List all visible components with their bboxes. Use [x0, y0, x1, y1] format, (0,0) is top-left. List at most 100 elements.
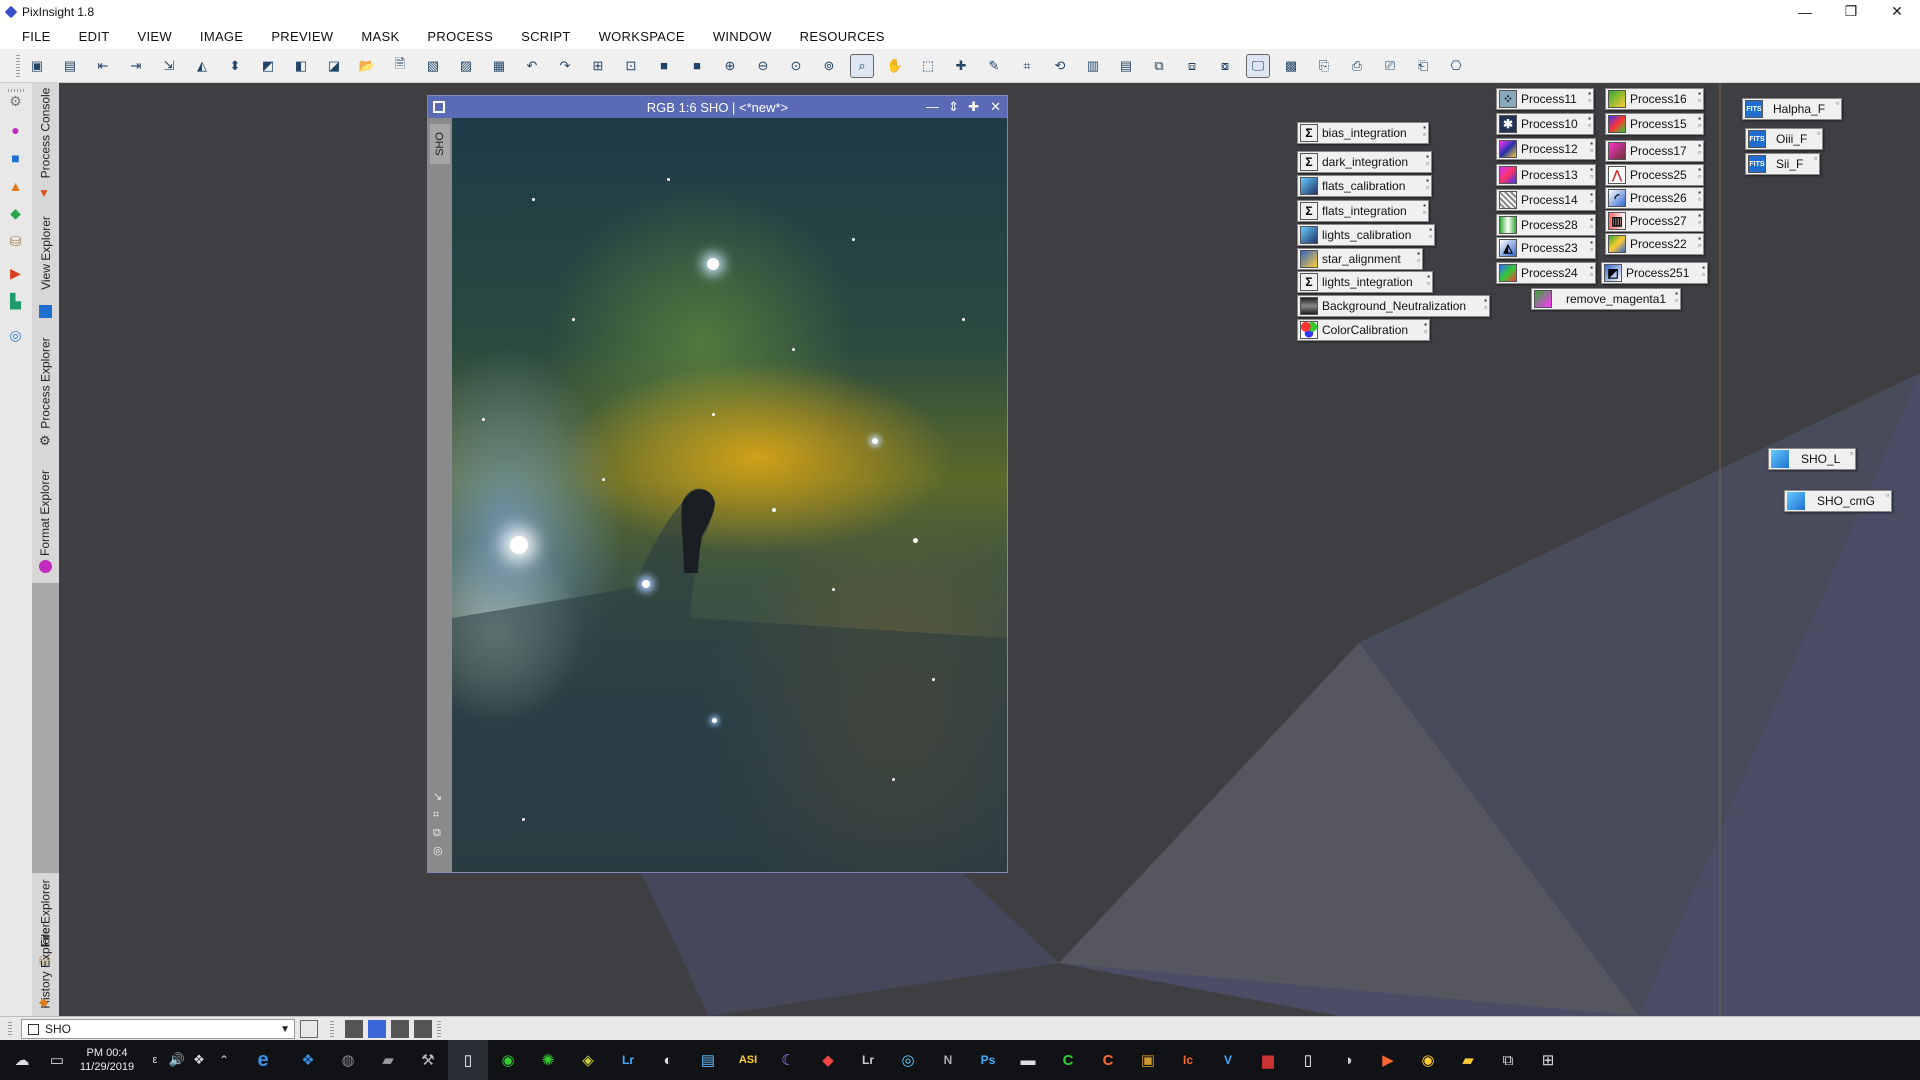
menu-window[interactable]: WINDOW — [713, 29, 772, 44]
menu-edit[interactable]: EDIT — [79, 29, 110, 44]
nebula-image[interactable] — [452, 118, 1007, 872]
document-icon[interactable]: ▙ — [7, 293, 24, 310]
asi-icon[interactable]: ASI — [728, 1040, 768, 1080]
app-icon-4[interactable]: ◉ — [488, 1040, 528, 1080]
process-icon-process27[interactable]: ▥ Process27 ▪ ▫ — [1605, 210, 1704, 232]
workspace-5-icon[interactable]: ⎚ — [1379, 55, 1401, 77]
workspace-1-icon[interactable]: 🖵 — [1246, 53, 1270, 78]
pan-icon[interactable]: ✋ — [884, 55, 906, 77]
rotate-icon[interactable]: ⟲ — [1049, 55, 1071, 77]
process-icon-process25[interactable]: ⋀ Process25 ▪ ▫ — [1605, 164, 1704, 186]
mirror-vertical-icon[interactable]: ⬍ — [224, 55, 246, 77]
menu-workspace[interactable]: WORKSPACE — [599, 29, 685, 44]
process-icon-remove-magenta1[interactable]: remove_magenta1 ▪ ▫ — [1531, 288, 1681, 310]
tab-process-explorer[interactable]: Process Explorer — [32, 323, 59, 443]
lightroom-classic-icon[interactable]: Lr — [848, 1040, 888, 1080]
dock-grip[interactable] — [8, 89, 26, 92]
iconize-icon[interactable]: ⧇ — [1214, 55, 1236, 77]
app-icon-20[interactable]: ◑ — [1328, 1040, 1368, 1080]
chrome-icon[interactable]: ◉ — [1408, 1040, 1448, 1080]
database-icon[interactable]: ⛁ — [7, 233, 24, 250]
tile-icon[interactable]: ⧉ — [1148, 55, 1170, 77]
play-icon[interactable]: ▶ — [1368, 1040, 1408, 1080]
target-icon[interactable]: ◎ — [7, 327, 24, 344]
display-lum-icon[interactable]: ■ — [686, 55, 708, 77]
app-icon-9[interactable]: ☾ — [768, 1040, 808, 1080]
gear-icon[interactable]: ⚙ — [7, 93, 24, 110]
save-file-icon[interactable]: 🗎 — [389, 55, 411, 77]
channels-icon[interactable]: ▦ — [488, 55, 510, 77]
app-icon-14[interactable]: C — [1048, 1040, 1088, 1080]
app-icon-11[interactable]: ◎ — [888, 1040, 928, 1080]
process-icon-process13[interactable]: Process13 ▪ ▫ — [1496, 164, 1596, 186]
redo-icon[interactable]: ↷ — [554, 55, 576, 77]
cube-icon[interactable]: ◆ — [7, 205, 24, 222]
taskbar-clock[interactable]: PM 00:4 11/29/2019 — [70, 1046, 144, 1074]
process-icon-process16[interactable]: Process16 ▪ ▫ — [1605, 88, 1704, 110]
image-window-menu-icon[interactable] — [433, 101, 445, 113]
history-icon[interactable]: ⇲ — [158, 55, 180, 77]
app-icon-3[interactable]: ⚒ — [408, 1040, 448, 1080]
app-icon-1[interactable]: ◍ — [328, 1040, 368, 1080]
process-icon-dark-integration[interactable]: Σdark_integration ▪ ▫ — [1297, 151, 1432, 173]
process-icon-process12[interactable]: Process12 ▪ ▫ — [1496, 138, 1596, 160]
tab-process-console[interactable]: Process Console — [32, 83, 59, 183]
app-icon-6[interactable]: ◈ — [568, 1040, 608, 1080]
cone-icon[interactable]: ▲ — [7, 177, 24, 194]
process-icon-flats-calibration[interactable]: flats_calibration ▪ ▫ — [1297, 175, 1432, 197]
menu-process[interactable]: PROCESS — [427, 29, 493, 44]
image-window-tools[interactable]: ↘ ⌗ ⧉ ◎ — [433, 788, 443, 860]
app-icon-8[interactable]: ▤ — [688, 1040, 728, 1080]
cascade-icon[interactable]: ⧈ — [1181, 55, 1203, 77]
app-icon-19[interactable]: ▆ — [1248, 1040, 1288, 1080]
image-icon-sho-cmg[interactable]: SHO_cmG ▫ — [1784, 490, 1892, 512]
menu-mask[interactable]: MASK — [361, 29, 399, 44]
select-icon[interactable]: ⬚ — [917, 55, 939, 77]
image-window-title-bar[interactable]: RGB 1:6 SHO | <*new*> — ⇕ ✚ ✕ — [428, 96, 1007, 118]
process-icon-bias-integration[interactable]: Σbias_integration ▪ ▫ — [1297, 122, 1429, 144]
workspace-7-icon[interactable]: ⎔ — [1445, 55, 1467, 77]
tab-format-explorer[interactable]: Format Explorer — [32, 453, 59, 573]
stf-reset-icon[interactable]: ▨ — [455, 55, 477, 77]
volume-icon[interactable]: 🔊 — [166, 1040, 188, 1080]
image-window[interactable]: RGB 1:6 SHO | <*new*> — ⇕ ✚ ✕ SHO ↘ ⌗ ⧉ ◎ — [427, 95, 1008, 873]
workspace-4-icon[interactable]: ⎙ — [1346, 55, 1368, 77]
display-rgb-icon[interactable]: ■ — [653, 55, 675, 77]
chevron-up-icon[interactable]: ⌃ — [210, 1040, 238, 1080]
image-icon-halpha[interactable]: FITS Halpha_F ▫ — [1742, 98, 1842, 120]
workspace-6-icon[interactable]: ⎗ — [1412, 55, 1434, 77]
bottom-grip[interactable] — [8, 1022, 12, 1036]
workspace-3-icon[interactable]: ⎘ — [1313, 55, 1335, 77]
file-icon[interactable]: ▯ — [1288, 1040, 1328, 1080]
preview-icon[interactable]: ⊞ — [587, 55, 609, 77]
circle-icon[interactable]: ● — [7, 121, 24, 138]
swatch-4[interactable] — [414, 1020, 432, 1038]
process-icon-process15[interactable]: Process15 ▪ ▫ — [1605, 113, 1704, 135]
minimize-button[interactable]: — — [1782, 0, 1828, 23]
toolbar-grip[interactable] — [16, 54, 20, 77]
app-icon-13[interactable]: ▬ — [1008, 1040, 1048, 1080]
arrange-icon[interactable]: ▤ — [1115, 55, 1137, 77]
lightroom-icon[interactable]: Lr — [608, 1040, 648, 1080]
close-button[interactable]: ✕ — [1874, 0, 1920, 23]
new-image-icon[interactable]: ▣ — [26, 55, 48, 77]
image-minimize-icon[interactable]: — — [926, 99, 939, 114]
process-icon-process22[interactable]: Process22 ▪ ▫ — [1605, 233, 1704, 255]
windows-start-icon[interactable]: ⊞ — [1528, 1040, 1568, 1080]
photoshop-icon[interactable]: Ps — [968, 1040, 1008, 1080]
notepad-icon[interactable]: ▯ — [448, 1040, 488, 1080]
menu-file[interactable]: FILE — [22, 29, 51, 44]
process-icon-process11[interactable]: ⁘ Process11 ▪ ▫ — [1496, 88, 1594, 110]
crop-icon[interactable]: ⌗ — [1016, 55, 1038, 77]
app-icon-5[interactable]: ✺ — [528, 1040, 568, 1080]
process-icon-background-neutralization[interactable]: Background_Neutralization ▪ ▫ — [1297, 295, 1490, 317]
image-icon-oiii[interactable]: FITS Oiii_F ▫ — [1745, 128, 1823, 150]
open-file-icon[interactable]: 📂 — [356, 55, 378, 77]
mirror-horizontal-icon[interactable]: ◭ — [191, 55, 213, 77]
edit-preview-icon[interactable]: ✎ — [983, 55, 1005, 77]
dropbox-tray-icon[interactable]: ❖ — [188, 1040, 210, 1080]
process-icon-process24[interactable]: Process24 ▪ ▫ — [1496, 262, 1596, 284]
process-icon-process26[interactable]: ◜ Process26 ▪ ▫ — [1605, 187, 1704, 209]
process-icon-process251[interactable]: ◩ Process251 ▪ ▫ — [1601, 262, 1708, 284]
readout-icon[interactable]: ✚ — [950, 55, 972, 77]
